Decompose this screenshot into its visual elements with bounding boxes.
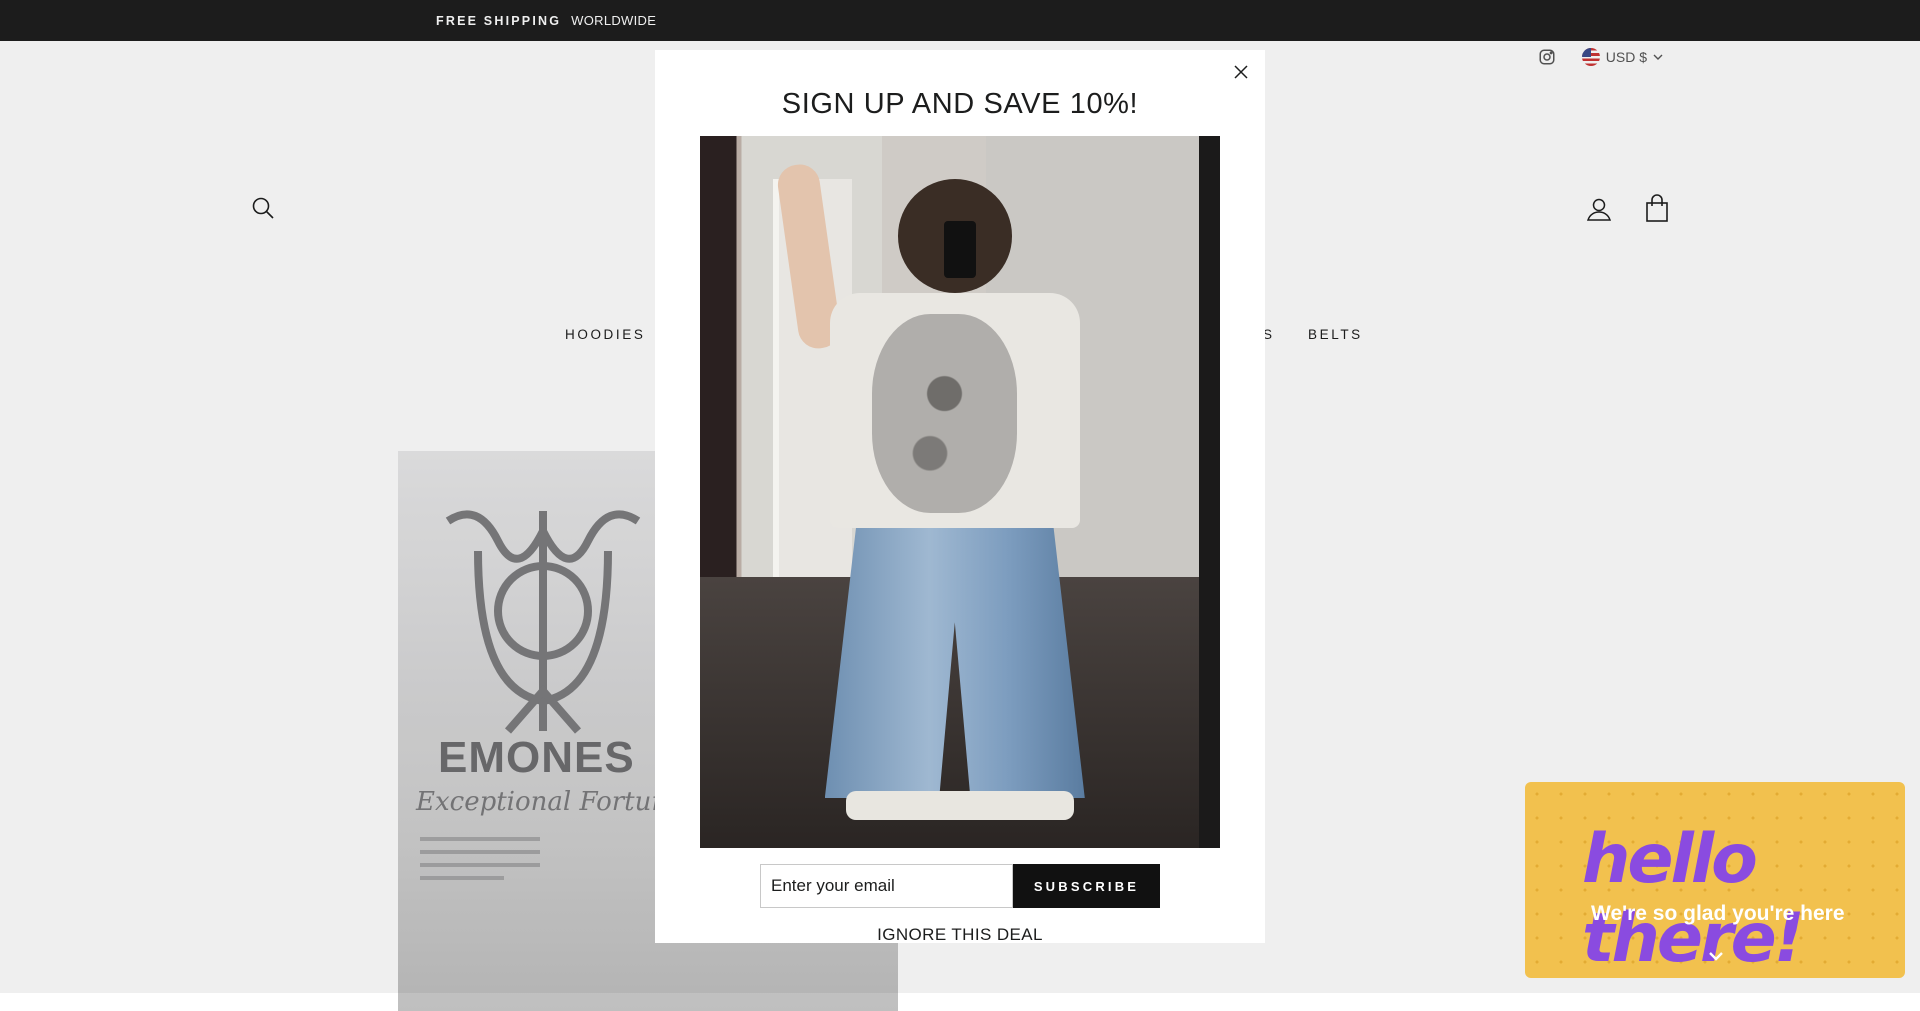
signup-modal: SIGN UP AND SAVE 10%! SUBSCRIBE IGNORE T…: [655, 50, 1265, 945]
signup-form: SUBSCRIBE: [760, 864, 1160, 908]
chevron-down-icon[interactable]: [1708, 950, 1724, 962]
widget-title: hello there!: [1582, 820, 1805, 978]
welcome-widget[interactable]: hello there! We're so glad you're here: [1525, 782, 1905, 978]
ignore-deal-link[interactable]: IGNORE THIS DEAL: [655, 925, 1265, 945]
subscribe-button[interactable]: SUBSCRIBE: [1013, 864, 1160, 908]
promo-photo: [700, 136, 1220, 848]
email-field[interactable]: [760, 864, 1013, 908]
close-icon[interactable]: [1231, 62, 1251, 82]
widget-subtitle: We're so glad you're here: [1591, 902, 1845, 925]
modal-title: SIGN UP AND SAVE 10%!: [781, 88, 1139, 120]
